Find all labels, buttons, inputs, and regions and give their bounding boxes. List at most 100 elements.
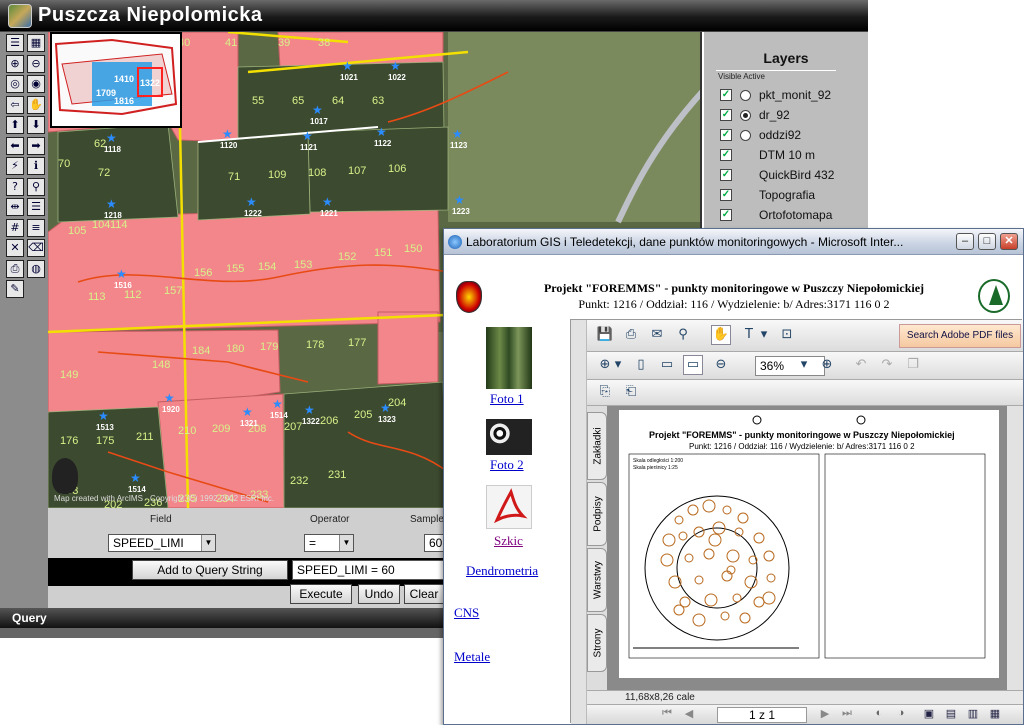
overview-map[interactable]: 1709 1410 1322 1816 — [50, 32, 182, 128]
chevron-down-icon[interactable]: ▼ — [339, 535, 353, 551]
monitor-point-icon[interactable]: ★ — [452, 127, 463, 141]
select-list-icon[interactable]: ≡ — [27, 218, 45, 237]
link-foto-1[interactable]: Foto 1 — [490, 391, 524, 407]
monitor-point-icon[interactable]: ★ — [322, 195, 333, 209]
zoom-level-field[interactable]: 36% — [755, 356, 825, 376]
zoom-in-plus-icon[interactable]: ⊕ — [817, 355, 837, 375]
continuous-icon[interactable]: ▤ — [943, 707, 959, 720]
operator-select[interactable]: = ▼ — [304, 534, 354, 552]
layer-visible-checkbox[interactable]: ✓ — [720, 209, 732, 221]
prev-page-icon[interactable]: ◀ — [681, 707, 697, 720]
pdf-document-area[interactable]: Projekt "FOREMMS" - punkty monitoringowe… — [607, 406, 1007, 690]
chevron-down-icon[interactable]: ▼ — [201, 535, 215, 551]
clear-selection-icon[interactable]: ⌫ — [27, 239, 45, 257]
zoom-active-icon[interactable]: ◉ — [27, 75, 45, 93]
zoom-out-icon[interactable]: ⊖ — [711, 355, 731, 375]
layer-visible-checkbox[interactable]: ✓ — [720, 149, 732, 161]
snapshot-icon[interactable]: ⊡ — [777, 325, 797, 345]
maximize-icon[interactable]: □ — [978, 233, 996, 250]
layer-visible-checkbox[interactable]: ✓ — [720, 169, 732, 181]
foto1-thumbnail[interactable] — [486, 327, 532, 389]
pan-north-icon[interactable]: ⬆ — [6, 116, 24, 134]
layers-toggle-icon[interactable]: ▦ — [27, 34, 45, 52]
monitor-point-icon[interactable]: ★ — [242, 405, 253, 419]
layer-active-radio[interactable] — [740, 129, 751, 141]
print-icon[interactable]: ⎙ — [621, 325, 641, 345]
single-page-icon[interactable]: ▣ — [921, 707, 937, 720]
foto2-thumbnail[interactable] — [486, 419, 532, 455]
globe-icon[interactable]: ◍ — [27, 259, 45, 278]
link-metale[interactable]: Metale — [454, 649, 490, 665]
close-icon[interactable]: ✕ — [1000, 233, 1018, 250]
rotate-right-icon[interactable]: ↷ — [877, 355, 897, 375]
layer-active-radio[interactable] — [740, 109, 751, 121]
monitor-point-icon[interactable]: ★ — [454, 193, 465, 207]
copy-icon[interactable]: ❐ — [903, 355, 923, 375]
undo-button[interactable]: Undo — [358, 584, 400, 604]
select-poly-icon[interactable]: ✕ — [6, 239, 24, 257]
zoom-out-icon[interactable]: ⊖ — [27, 54, 45, 73]
email-icon[interactable]: ✉ — [647, 325, 667, 345]
monitor-point-icon[interactable]: ★ — [390, 59, 401, 73]
monitor-point-icon[interactable]: ★ — [272, 397, 283, 411]
monitor-point-icon[interactable]: ★ — [380, 401, 391, 415]
zoom-in-icon[interactable]: ⊕ — [595, 355, 615, 375]
monitor-point-icon[interactable]: ★ — [106, 131, 117, 145]
pan-east-icon[interactable]: ➡ — [27, 136, 45, 155]
back-icon[interactable]: ◐ — [871, 707, 887, 719]
monitor-point-icon[interactable]: ★ — [130, 471, 141, 485]
legend-icon[interactable]: ☰ — [6, 34, 24, 52]
pan-icon[interactable]: ✋ — [27, 95, 45, 114]
monitor-point-icon[interactable]: ★ — [304, 403, 315, 417]
minimize-icon[interactable]: – — [956, 233, 974, 250]
pdf-left-scrollbar[interactable] — [571, 320, 587, 724]
next-page-icon[interactable]: ▶ — [817, 707, 833, 720]
tab-podpisy[interactable]: Podpisy — [587, 482, 607, 546]
layer-active-radio[interactable] — [740, 89, 751, 101]
monitor-point-icon[interactable]: ★ — [302, 129, 313, 143]
link-cns[interactable]: CNS — [454, 605, 479, 621]
pan-west-icon[interactable]: ⬅ — [6, 136, 24, 155]
layer-visible-checkbox[interactable]: ✓ — [720, 189, 732, 201]
pan-south-icon[interactable]: ⬇ — [27, 116, 45, 134]
pdf-thumbnail-icon[interactable] — [486, 485, 532, 529]
link-foto-2[interactable]: Foto 2 — [490, 457, 524, 473]
tab-zakladki[interactable]: Zakładki — [587, 412, 607, 480]
query-string-input[interactable]: SPEED_LIMI = 60 — [292, 560, 468, 580]
clear-button[interactable]: Clear — [404, 584, 444, 604]
layer-visible-checkbox[interactable]: ✓ — [720, 89, 732, 101]
select-text-icon[interactable]: T — [739, 325, 759, 345]
monitor-point-icon[interactable]: ★ — [342, 59, 353, 73]
print-icon[interactable]: ⎙ — [6, 259, 24, 278]
first-page-icon[interactable]: ⏮ — [659, 707, 675, 720]
buffer-icon[interactable]: ☰ — [27, 198, 45, 216]
fit-width-icon[interactable]: ▭ — [683, 355, 703, 375]
monitor-point-icon[interactable]: ★ — [164, 391, 175, 405]
last-page-icon[interactable]: ⏭ — [839, 707, 855, 720]
search-pdf-button[interactable]: Search Adobe PDF files — [899, 324, 1021, 348]
tab-warstwy[interactable]: Warstwy — [587, 548, 607, 612]
monitor-point-icon[interactable]: ★ — [116, 267, 127, 281]
monitor-point-icon[interactable]: ★ — [106, 197, 117, 211]
query-icon[interactable]: ? — [6, 177, 24, 196]
save-icon[interactable]: 💾 — [595, 325, 615, 345]
chevron-down-icon[interactable]: ▾ — [799, 355, 809, 375]
field-select[interactable]: SPEED_LIMI ▼ — [108, 534, 216, 552]
select-rect-icon[interactable]: # — [6, 218, 24, 237]
layer-visible-checkbox[interactable]: ✓ — [720, 109, 732, 121]
link-szkic[interactable]: Szkic — [494, 533, 523, 549]
find-icon[interactable]: ⚲ — [673, 325, 693, 345]
hand-tool-icon[interactable]: ✋ — [711, 325, 731, 345]
chevron-down-icon[interactable]: ▾ — [759, 325, 769, 345]
insert-page-icon[interactable]: ⎘ — [595, 382, 615, 402]
fit-page-icon[interactable]: ▭ — [657, 355, 677, 375]
pdf-right-scrollbar[interactable] — [1007, 406, 1023, 690]
chevron-down-icon[interactable]: ▾ — [613, 355, 623, 375]
monitor-point-icon[interactable]: ★ — [98, 409, 109, 423]
monitor-point-icon[interactable]: ★ — [376, 125, 387, 139]
tab-strony[interactable]: Strony — [587, 614, 607, 672]
monitor-point-icon[interactable]: ★ — [312, 103, 323, 117]
rotate-left-icon[interactable]: ↶ — [851, 355, 871, 375]
find-icon[interactable]: ⚲ — [27, 177, 45, 196]
back-extent-icon[interactable]: ⇦ — [6, 95, 24, 114]
